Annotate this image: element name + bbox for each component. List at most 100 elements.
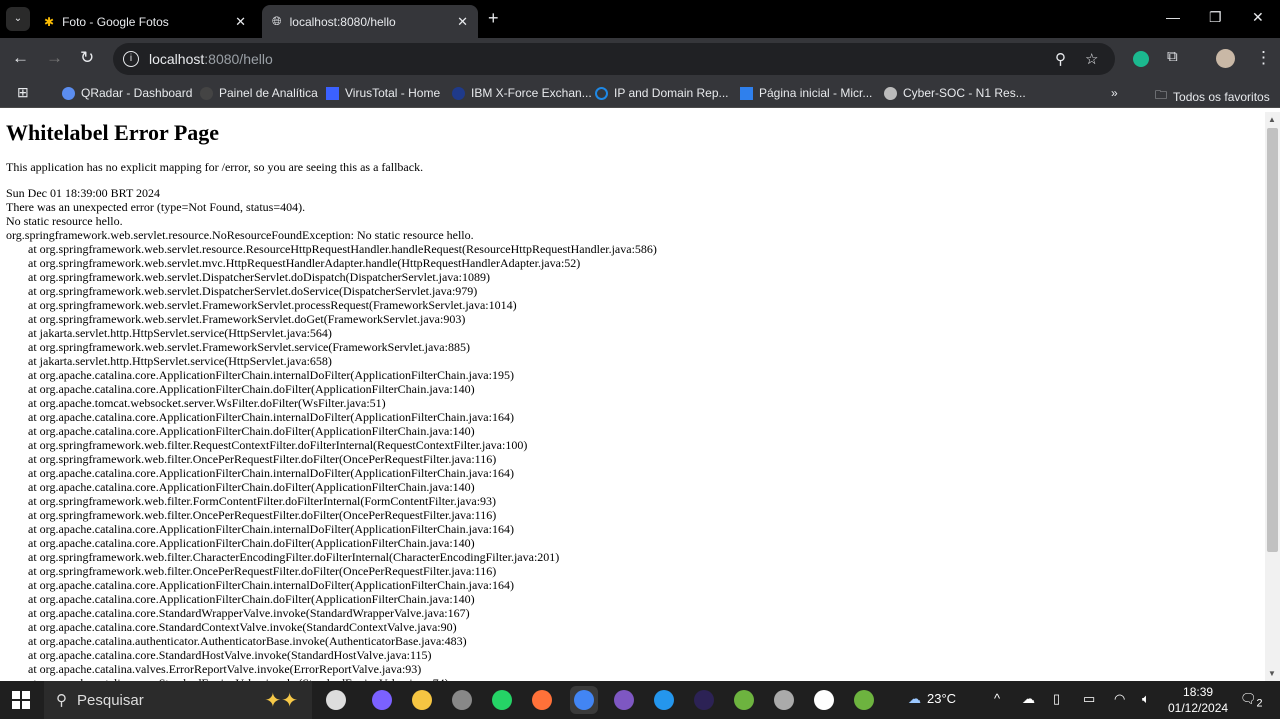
more-bookmarks-chevron-icon[interactable]: »	[1111, 86, 1118, 100]
chrome-icon[interactable]	[570, 686, 598, 714]
whatsapp-glyph	[492, 690, 512, 710]
stack-trace-line: at org.apache.catalina.core.ApplicationF…	[28, 410, 514, 424]
date: 01/12/2024	[1168, 701, 1229, 715]
spring-tools-2-icon[interactable]	[850, 686, 878, 714]
show-hidden-icons-chevron-icon[interactable]: ^	[994, 691, 1000, 706]
stack-trace-line: at org.apache.catalina.authenticator.Aut…	[28, 634, 467, 648]
reload-button[interactable]: ↻	[80, 48, 94, 68]
eclipse-ide-icon[interactable]	[610, 686, 638, 714]
eclipse-glyph	[694, 690, 714, 710]
address-bar[interactable]: i localhost:8080/hello ⚲ ☆	[113, 43, 1115, 75]
stack-trace-line: at org.springframework.web.filter.FormCo…	[28, 494, 497, 508]
tab-google-photos[interactable]: ✱ Foto - Google Fotos ✕	[34, 5, 256, 38]
stack-trace-line: at org.springframework.web.filter.Reques…	[28, 438, 528, 452]
scrollbar-thumb[interactable]	[1267, 128, 1278, 552]
forward-button[interactable]: →	[46, 48, 63, 68]
scroll-up-arrow-icon[interactable]: ▲	[1268, 115, 1276, 124]
bookmark[interactable]: QRadar - Dashboard	[62, 86, 192, 100]
file-explorer-glyph	[412, 690, 432, 710]
weather-widget[interactable]: ☁ 23°C	[908, 691, 956, 707]
extension-icon[interactable]	[1133, 51, 1149, 67]
firefox-icon[interactable]	[528, 686, 556, 714]
windows-start-icon[interactable]	[12, 691, 30, 709]
firefox-glyph	[532, 690, 552, 710]
extensions-puzzle-icon[interactable]: ⧉	[1167, 48, 1178, 65]
window-close-button[interactable]: ✕	[1252, 9, 1264, 26]
cloud-icon: ☁	[908, 691, 921, 706]
bookmark-label: VirusTotal - Home	[345, 86, 441, 100]
new-tab-button[interactable]: +	[488, 8, 499, 29]
bookmark[interactable]: Painel de Analítica	[200, 86, 318, 100]
onedrive-icon[interactable]: ☁	[1022, 691, 1035, 707]
eclipse-icon[interactable]	[690, 686, 718, 714]
notification-count: 2	[1256, 697, 1263, 710]
close-icon[interactable]: ✕	[235, 14, 246, 30]
taskbar-search[interactable]: ⚲ Pesquisar ✦✦	[44, 681, 312, 719]
google-photos-icon: ✱	[44, 14, 55, 29]
bookmark-star-icon[interactable]: ☆	[1085, 50, 1098, 68]
stack-trace-line: at org.springframework.web.filter.OncePe…	[28, 452, 497, 466]
eclipse-ide-glyph	[614, 690, 634, 710]
ibm-icon	[452, 86, 465, 100]
file-explorer-icon[interactable]	[408, 686, 436, 714]
stack-trace-line: at org.apache.catalina.core.StandardHost…	[28, 648, 432, 662]
minimize-button[interactable]: —	[1166, 9, 1180, 25]
intro-text: This application has no explicit mapping…	[6, 160, 424, 174]
vscode-icon[interactable]	[650, 686, 678, 714]
apps-grid-icon[interactable]: ⊞	[17, 84, 29, 101]
notifications-icon[interactable]: 🗨︎2	[1240, 691, 1263, 710]
bookmark[interactable]: IBM X-Force Exchan...	[452, 86, 592, 100]
stack-trace-line: at org.apache.catalina.valves.ErrorRepor…	[28, 662, 422, 676]
clock[interactable]: 18:39 01/12/2024	[1168, 684, 1228, 716]
bookmark[interactable]: IP and Domain Rep...	[595, 86, 729, 100]
sparkle-icon: ✦✦	[264, 689, 298, 712]
tab-localhost[interactable]: 🌐︎ localhost:8080/hello ✕	[262, 5, 478, 38]
bookmark[interactable]: Página inicial - Micr...	[740, 86, 872, 100]
stack-trace-line: at org.apache.catalina.core.StandardCont…	[28, 620, 457, 634]
stack-trace-line: at org.apache.catalina.core.StandardWrap…	[28, 606, 470, 620]
menu-kebab-icon[interactable]: ⋮	[1255, 48, 1272, 68]
close-icon[interactable]: ✕	[457, 14, 468, 30]
stack-trace-line: at org.apache.catalina.core.ApplicationF…	[28, 522, 514, 536]
all-bookmarks-folder[interactable]: 🗀︎ Todos os favoritos	[1155, 86, 1270, 107]
stack-trace-line: at org.springframework.web.servlet.Frame…	[28, 298, 517, 312]
zoom-icon[interactable]: ⚲	[1055, 50, 1066, 68]
url-host: localhost	[149, 51, 205, 67]
tab-search-button[interactable]: ⌄	[6, 7, 30, 31]
tab-title: Foto - Google Fotos	[62, 14, 169, 29]
virustotal-icon	[326, 86, 339, 100]
gimp-icon[interactable]	[448, 686, 476, 714]
site-info-icon[interactable]: i	[123, 51, 139, 67]
browser-toolbar: ← → ↻ i localhost:8080/hello ⚲ ☆ ⧉ ⋮	[0, 38, 1280, 80]
copilot-icon[interactable]	[368, 686, 396, 714]
wifi-icon[interactable]: ◠	[1114, 691, 1125, 707]
database-glyph	[774, 690, 794, 710]
back-button[interactable]: ←	[12, 48, 29, 68]
battery-icon[interactable]: ▭	[1083, 691, 1095, 707]
scrollbar[interactable]: ▲ ▼	[1265, 112, 1280, 681]
restore-button[interactable]: ❐	[1209, 9, 1222, 26]
bookmark[interactable]: VirusTotal - Home	[326, 86, 440, 100]
spring-tools-icon[interactable]	[730, 686, 758, 714]
task-view-icon[interactable]	[322, 686, 350, 714]
scroll-down-arrow-icon[interactable]: ▼	[1268, 669, 1276, 678]
bookmark-label: Página inicial - Micr...	[759, 86, 873, 100]
globe-icon: 🌐︎	[272, 14, 282, 28]
stack-trace-line: at jakarta.servlet.http.HttpServlet.serv…	[28, 326, 332, 340]
whatsapp-icon[interactable]	[488, 686, 516, 714]
bookmark[interactable]: Cyber-SOC - N1 Res...	[884, 86, 1026, 100]
stack-trace-line: at jakarta.servlet.http.HttpServlet.serv…	[28, 354, 332, 368]
stack-trace-line: at org.apache.catalina.core.ApplicationF…	[28, 368, 514, 382]
camera-icon[interactable]: ▯	[1053, 691, 1060, 707]
tab-bar: ⌄ ✱ Foto - Google Fotos ✕ 🌐︎ localhost:8…	[0, 0, 1280, 38]
shield-icon	[200, 86, 213, 100]
spring-tools-2-glyph	[854, 690, 874, 710]
stack-trace-line: at org.springframework.web.servlet.resou…	[28, 242, 657, 256]
weather-temp: 23°C	[927, 691, 957, 706]
search-placeholder: Pesquisar	[77, 691, 144, 709]
volume-icon[interactable]: 🔈︎	[1142, 691, 1150, 707]
exception-text: org.springframework.web.servlet.resource…	[6, 228, 474, 242]
pointer-app-icon[interactable]	[810, 686, 838, 714]
avatar[interactable]	[1216, 49, 1235, 68]
database-icon[interactable]	[770, 686, 798, 714]
